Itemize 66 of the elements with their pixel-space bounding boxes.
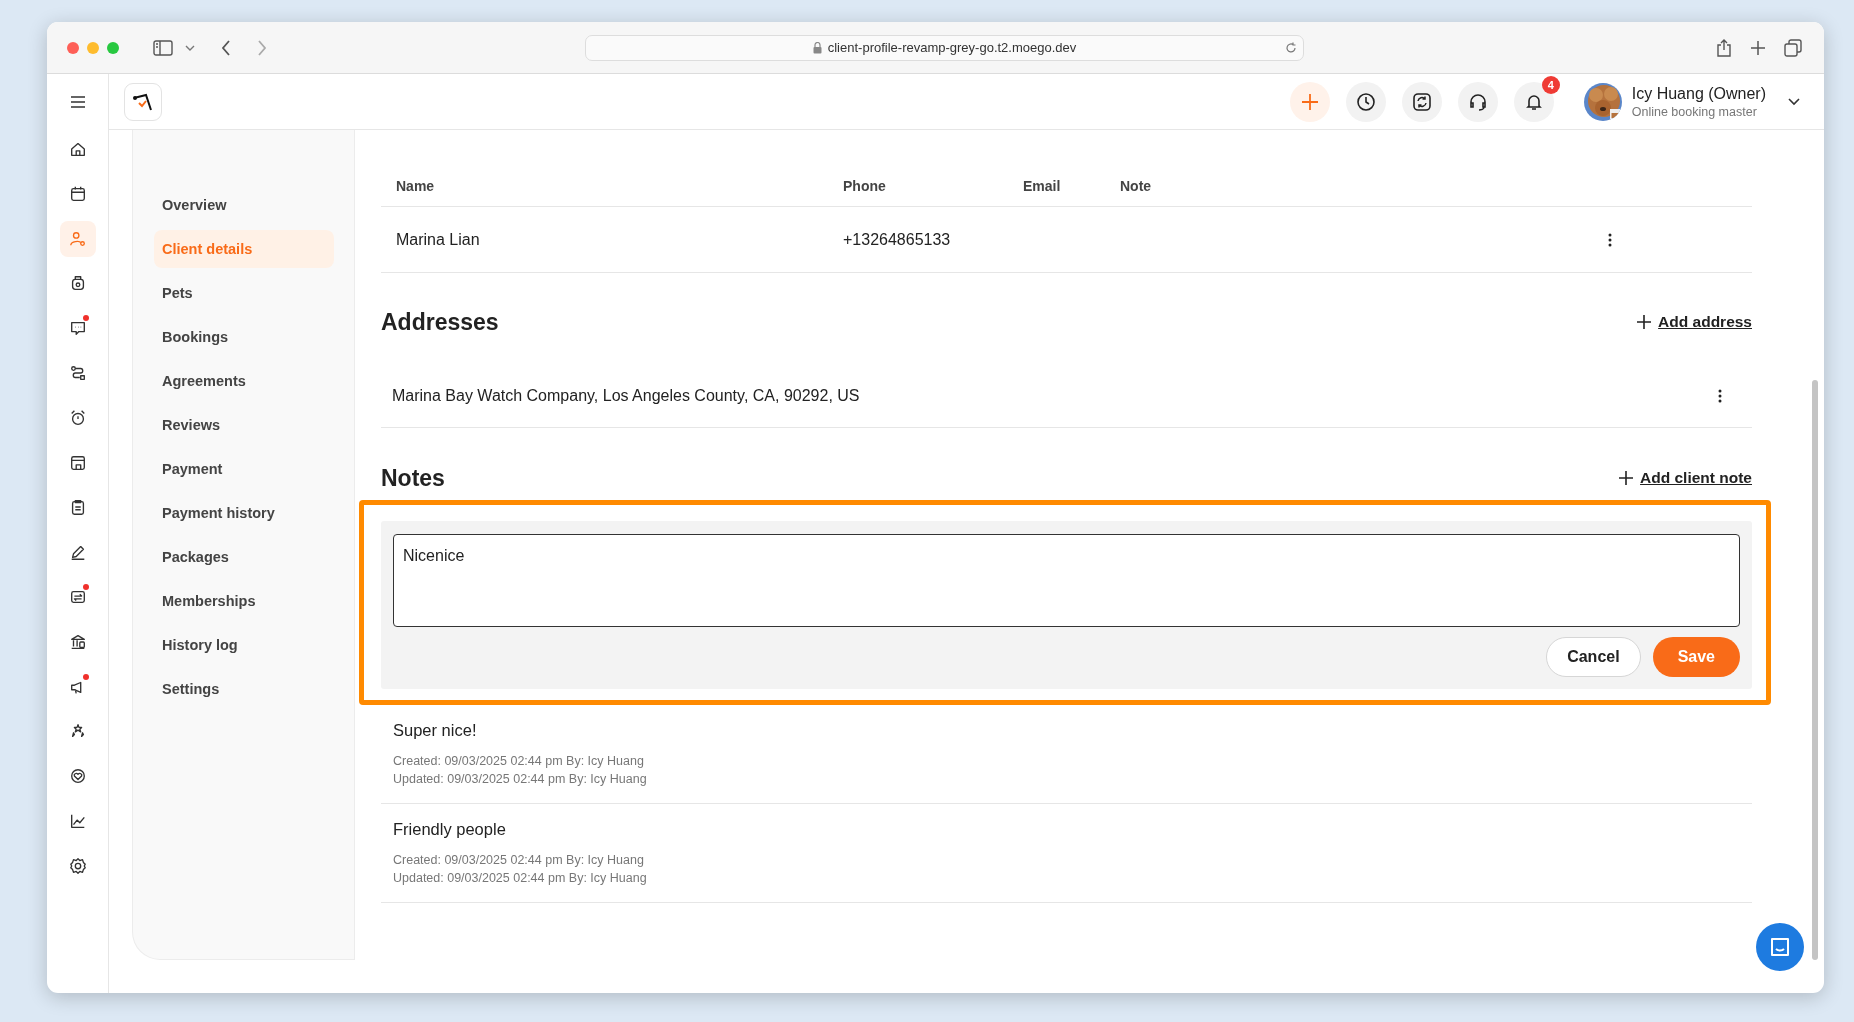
note-created: Created: 09/03/2025 02:44 pm By: Icy Huang bbox=[393, 853, 645, 867]
plus-icon bbox=[1636, 314, 1653, 330]
logo-icon[interactable] bbox=[124, 82, 162, 121]
headset-icon bbox=[1467, 91, 1488, 112]
chat-button[interactable] bbox=[1756, 923, 1804, 971]
share-icon[interactable] bbox=[1716, 38, 1732, 57]
more-icon[interactable] bbox=[1718, 389, 1722, 403]
clock-icon bbox=[1355, 91, 1376, 112]
chevron-down-icon[interactable] bbox=[1788, 97, 1800, 106]
user-name: Icy Huang (Owner) bbox=[1631, 84, 1766, 103]
sidebar-item[interactable]: Payment bbox=[154, 450, 334, 488]
sidebar-item[interactable]: History log bbox=[154, 626, 334, 664]
note-text: Super nice! bbox=[393, 721, 478, 740]
column-header: Email bbox=[1023, 178, 1062, 194]
more-icon[interactable] bbox=[1608, 232, 1612, 247]
bank-icon bbox=[68, 632, 87, 651]
column-header: Phone bbox=[843, 178, 887, 194]
tabs-icon[interactable] bbox=[1784, 38, 1802, 57]
reload-icon[interactable] bbox=[1285, 41, 1297, 54]
store-icon bbox=[68, 453, 87, 472]
note-updated: Updated: 09/03/2025 02:44 pm By: Icy Huang bbox=[393, 871, 648, 885]
note-text: Friendly people bbox=[393, 820, 507, 839]
add-address-link[interactable]: Add address bbox=[1636, 313, 1752, 331]
sidebar-item[interactable]: Agreements bbox=[154, 362, 334, 400]
client-icon bbox=[68, 229, 87, 248]
note-updated: Updated: 09/03/2025 02:44 pm By: Icy Huang bbox=[393, 772, 648, 786]
address-bar[interactable]: client-profile-revamp-grey-go.t2.moego.dev bbox=[585, 34, 1304, 61]
menu-icon[interactable] bbox=[70, 96, 85, 108]
sidebar-item[interactable]: Bookings bbox=[154, 318, 334, 356]
chat-icon bbox=[68, 319, 87, 338]
scrollbar-thumb[interactable] bbox=[1812, 380, 1818, 960]
lock-icon bbox=[812, 41, 822, 54]
column-header: Note bbox=[1120, 178, 1153, 194]
section-title: Addresses bbox=[381, 308, 499, 336]
close-button[interactable] bbox=[67, 41, 79, 54]
settings-icon bbox=[68, 856, 87, 875]
calendar-icon bbox=[68, 184, 87, 203]
section-title: Notes bbox=[381, 464, 445, 492]
chat-icon bbox=[1769, 936, 1791, 958]
route-icon bbox=[68, 364, 87, 382]
cancel-button[interactable]: Cancel bbox=[1546, 637, 1641, 677]
add-note-link[interactable]: Add client note bbox=[1618, 469, 1752, 487]
column-header: Name bbox=[396, 178, 436, 194]
plus-icon bbox=[1618, 470, 1635, 486]
sidebar-item[interactable]: Packages bbox=[154, 538, 334, 576]
notifications-button[interactable] bbox=[1513, 81, 1554, 122]
note-created: Created: 09/03/2025 02:44 pm By: Icy Huang bbox=[393, 754, 645, 768]
sidebar-item[interactable]: Memberships bbox=[154, 582, 334, 620]
plus-icon bbox=[1300, 92, 1319, 111]
sidebar-item[interactable]: Settings bbox=[154, 670, 334, 708]
back-icon[interactable] bbox=[221, 39, 231, 56]
table-cell-text: Marina Lian bbox=[396, 230, 481, 249]
sidebar-item[interactable]: Payment history bbox=[154, 494, 334, 532]
sidebar-item[interactable]: Pets bbox=[154, 274, 334, 312]
sidebar-item[interactable]: Overview bbox=[154, 186, 334, 224]
table-cell-text: +13264865133 bbox=[843, 230, 952, 249]
sidebar-item[interactable]: Reviews bbox=[154, 406, 334, 444]
address-text: Marina Bay Watch Company, Los Angeles County, CA, 90292, US bbox=[392, 387, 860, 405]
user-role: Online booking master bbox=[1631, 104, 1758, 119]
note-input[interactable]: Nicenice bbox=[393, 534, 1740, 627]
plus-icon[interactable] bbox=[1750, 39, 1766, 56]
sync-icon bbox=[1411, 91, 1432, 112]
sidebar-toggle-icon[interactable] bbox=[153, 39, 173, 56]
notification-badge: 4 bbox=[1541, 75, 1560, 94]
home-icon bbox=[68, 140, 87, 158]
url-text: client-profile-revamp-grey-go.t2.moego.dev bbox=[827, 40, 1077, 55]
